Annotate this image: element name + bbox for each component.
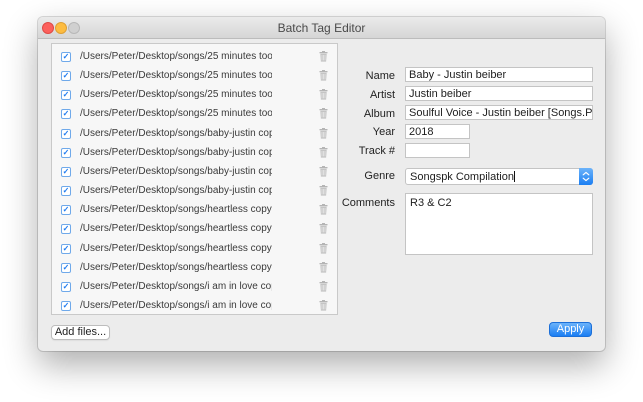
file-path: /Users/Peter/Desktop/songs/i am in love … [80, 299, 272, 311]
file-checkbox[interactable]: ✓ [61, 109, 71, 120]
file-path: /Users/Peter/Desktop/songs/heartless cop… [80, 242, 272, 254]
checkmark-icon: ✓ [62, 300, 70, 310]
trash-icon[interactable] [319, 185, 328, 196]
file-list[interactable]: ✓ /Users/Peter/Desktop/songs/25 minutes t… [51, 43, 338, 315]
year-label: Year [372, 126, 395, 138]
file-path: /Users/Peter/Desktop/songs/heartless cop… [80, 223, 272, 235]
file-row[interactable]: ✓ /Users/Peter/Desktop/songs/i am in love… [52, 297, 337, 314]
file-row[interactable]: ✓ /Users/Peter/Desktop/songs/heartless co… [52, 220, 337, 239]
file-row[interactable]: ✓ /Users/Peter/Desktop/songs/i am in love… [52, 278, 337, 297]
file-row[interactable]: ✓ /Users/Peter/Desktop/songs/baby-justin … [52, 182, 337, 201]
checkmark-icon: ✓ [62, 224, 70, 234]
file-checkbox[interactable]: ✓ [61, 300, 71, 311]
file-checkbox[interactable]: ✓ [61, 147, 71, 158]
file-path: /Users/Peter/Desktop/songs/i am in love … [80, 280, 272, 292]
album-field[interactable]: Soulful Voice - Justin beiber [Songs.PK] [405, 105, 593, 120]
file-path: /Users/Peter/Desktop/songs/heartless cop… [80, 261, 272, 273]
add-files-button[interactable]: Add files... [51, 325, 110, 340]
checkmark-icon: ✓ [62, 147, 70, 157]
file-path: /Users/Peter/Desktop/songs/25 minutes to… [80, 70, 272, 82]
track-number-field[interactable] [405, 143, 470, 158]
file-path: /Users/Peter/Desktop/songs/25 minutes to… [80, 108, 272, 120]
name-field[interactable]: Baby - Justin beiber [405, 67, 593, 82]
file-row[interactable]: ✓ /Users/Peter/Desktop/songs/25 minutes t… [52, 105, 337, 124]
trash-icon[interactable] [319, 299, 328, 311]
file-row[interactable]: ✓ /Users/Peter/Desktop/songs/25 minutes t… [52, 48, 337, 67]
checkmark-icon: ✓ [62, 281, 70, 291]
file-checkbox[interactable]: ✓ [61, 243, 71, 254]
checkmark-icon: ✓ [62, 262, 70, 272]
file-path: /Users/Peter/Desktop/songs/25 minutes to… [80, 51, 272, 62]
year-field[interactable]: 2018 [405, 124, 470, 139]
file-row[interactable]: ✓ /Users/Peter/Desktop/songs/heartless co… [52, 201, 337, 220]
trash-icon[interactable] [319, 223, 328, 234]
checkmark-icon: ✓ [62, 90, 70, 100]
file-row[interactable]: ✓ /Users/Peter/Desktop/songs/25 minutes t… [52, 86, 337, 105]
checkmark-icon: ✓ [62, 109, 70, 119]
trash-icon[interactable] [319, 261, 328, 273]
trash-icon[interactable] [319, 242, 328, 254]
file-checkbox[interactable]: ✓ [61, 205, 71, 216]
file-path: /Users/Peter/Desktop/songs/baby-justin c… [80, 165, 272, 177]
genre-value: Songspk Compilation [410, 171, 515, 183]
file-checkbox[interactable]: ✓ [61, 186, 71, 197]
checkmark-icon: ✓ [62, 186, 70, 196]
checkmark-icon: ✓ [62, 52, 70, 61]
artist-label: Artist [369, 89, 395, 101]
file-checkbox[interactable]: ✓ [61, 128, 71, 139]
checkmark-icon: ✓ [62, 71, 70, 81]
comments-label: Comments [341, 197, 395, 209]
file-path: /Users/Peter/Desktop/songs/25 minutes to… [80, 89, 272, 101]
checkmark-icon: ✓ [62, 205, 70, 215]
text-cursor [513, 171, 515, 182]
file-checkbox[interactable]: ✓ [61, 52, 71, 62]
file-checkbox[interactable]: ✓ [61, 281, 71, 292]
album-label: Album [363, 108, 395, 120]
file-row[interactable]: ✓ /Users/Peter/Desktop/songs/heartless co… [52, 259, 337, 278]
file-path: /Users/Peter/Desktop/songs/baby-justin c… [80, 185, 272, 197]
file-path: /Users/Peter/Desktop/songs/baby-justin c… [80, 127, 272, 139]
file-row[interactable]: ✓ /Users/Peter/Desktop/songs/heartless co… [52, 240, 337, 259]
track-number-label: Track # [358, 145, 395, 157]
file-checkbox[interactable]: ✓ [61, 224, 71, 235]
batch-tag-editor-window: Batch Tag Editor ✓ /Users/Peter/Desktop/s… [38, 17, 605, 351]
artist-field[interactable]: Justin beiber [405, 86, 593, 101]
file-row[interactable]: ✓ /Users/Peter/Desktop/songs/baby-justin … [52, 163, 337, 182]
window-title: Batch Tag Editor [277, 21, 366, 35]
file-row[interactable]: ✓ /Users/Peter/Desktop/songs/baby-justin … [52, 125, 337, 144]
checkmark-icon: ✓ [62, 128, 70, 138]
apply-button[interactable]: Apply [549, 322, 592, 337]
file-checkbox[interactable]: ✓ [61, 262, 71, 273]
genre-popup[interactable]: Songspk Compilation [405, 168, 593, 185]
trash-icon[interactable] [319, 280, 328, 292]
name-label: Name [365, 70, 395, 82]
file-checkbox[interactable]: ✓ [61, 90, 71, 101]
file-row[interactable]: ✓ /Users/Peter/Desktop/songs/baby-justin … [52, 144, 337, 163]
file-checkbox[interactable]: ✓ [61, 71, 71, 82]
file-checkbox[interactable]: ✓ [61, 166, 71, 177]
comments-textarea[interactable]: R3 & C2 [405, 193, 593, 255]
file-path: /Users/Peter/Desktop/songs/baby-justin c… [80, 146, 272, 158]
file-row[interactable]: ✓ /Users/Peter/Desktop/songs/25 minutes t… [52, 67, 337, 86]
genre-label: Genre [364, 170, 395, 182]
chevron-up-down-icon[interactable] [579, 168, 593, 185]
file-path: /Users/Peter/Desktop/songs/heartless cop… [80, 204, 272, 216]
trash-icon[interactable] [319, 51, 328, 62]
checkmark-icon: ✓ [62, 166, 70, 176]
title-bar: Batch Tag Editor [38, 17, 605, 39]
checkmark-icon: ✓ [62, 243, 70, 253]
